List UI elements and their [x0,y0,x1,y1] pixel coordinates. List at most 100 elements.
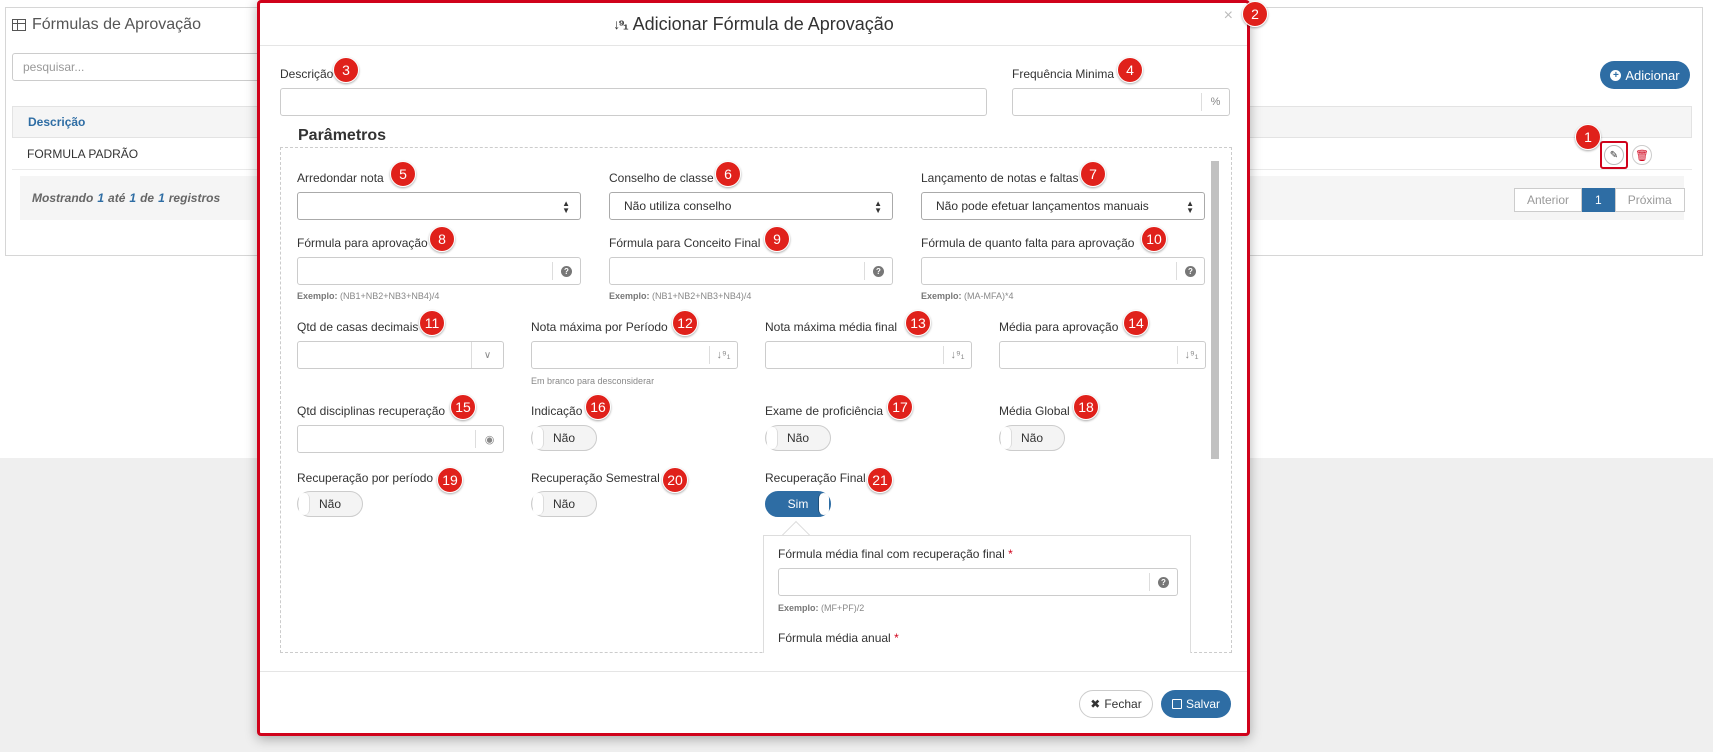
edit-icon: ✎ [1604,145,1624,165]
formula-media-final-rec-help: Exemplo: (MF+PF)/2 [778,603,865,613]
annotation-badge-5: 5 [390,161,416,187]
media-global-label: Média Global [999,404,1070,418]
cubes-icon: ◉ [475,430,503,448]
row-descricao: FORMULA PADRÃO [27,146,139,161]
sort-numeric-icon: ↓⁹₁ [943,346,971,364]
frequencia-input[interactable]: % [1012,88,1230,116]
question-circle-icon: ? [873,265,884,277]
pagination: Anterior 1 Próxima [1514,188,1685,212]
annotation-badge-16: 16 [585,394,611,420]
annotation-badge-9: 9 [764,226,790,252]
edit-button[interactable]: ✎ [1600,141,1628,169]
rec-final-subpanel: Fórmula média final com recuperação fina… [763,535,1191,653]
annotation-badge-11: 11 [419,310,445,336]
annotation-badge-7: 7 [1080,161,1106,187]
formula-media-final-rec-input[interactable]: ? [778,568,1178,596]
search-input[interactable] [12,53,272,81]
rec-final-label: Recuperação Final [765,471,866,485]
sort-numeric-icon: ↓⁹₁ [613,16,629,32]
formula-falta-help: Exemplo: (MA-MFA)*4 [921,291,1014,301]
conselho-label: Conselho de classe [609,171,714,185]
save-button[interactable]: Salvar [1161,690,1231,718]
row-actions: ✎ 🗑 [1600,141,1652,169]
pagination-next[interactable]: Próxima [1614,188,1685,212]
chevron-updown-icon: ▲ ▼ [562,199,570,215]
annotation-badge-12: 12 [672,310,698,336]
rec-final-toggle[interactable]: Sim [765,491,831,517]
formula-conceito-label: Fórmula para Conceito Final [609,236,761,250]
casas-decimais-combo[interactable]: ∨ [297,341,504,369]
rec-periodo-label: Recuperação por período [297,471,434,485]
arredondar-select[interactable]: ▲ ▼ [297,192,581,220]
sort-numeric-icon: ↓⁹₁ [1177,346,1205,364]
nota-max-periodo-help: Em branco para desconsiderar [531,376,655,386]
annotation-badge-14: 14 [1123,310,1149,336]
question-circle-icon: ? [1158,576,1169,588]
help-addon[interactable]: ? [864,262,892,280]
help-addon[interactable]: ? [1176,262,1204,280]
frequencia-label: Frequência Minima [1012,67,1115,81]
close-icon[interactable]: × [1224,7,1233,25]
help-addon[interactable]: ? [1149,573,1177,591]
nota-max-periodo-input[interactable]: ↓⁹₁ [531,341,738,369]
chevron-down-icon[interactable]: ∨ [471,342,503,368]
pagination-current[interactable]: 1 [1582,188,1615,212]
delete-button[interactable]: 🗑 [1632,145,1652,165]
nota-max-media-input[interactable]: ↓⁹₁ [765,341,972,369]
annotation-badge-2: 2 [1242,1,1268,27]
close-icon: ✖ [1090,697,1101,711]
casas-decimais-label: Qtd de casas decimais [297,320,419,334]
chevron-updown-icon: ▲ ▼ [1186,199,1194,215]
exame-label: Exame de proficiência [765,404,884,418]
plus-circle-icon: + [1610,69,1622,81]
save-icon [1171,699,1182,709]
annotation-badge-18: 18 [1073,394,1099,420]
page-title: Fórmulas de Aprovação [12,16,201,34]
annotation-badge-17: 17 [887,394,913,420]
formula-aprovacao-help: Exemplo: (NB1+NB2+NB3+NB4)/4 [297,291,440,301]
exame-toggle[interactable]: Não [765,425,831,451]
annotation-badge-10: 10 [1141,226,1167,252]
qtd-disciplinas-input[interactable]: ◉ [297,425,504,453]
table-icon [12,19,26,31]
indicacao-toggle[interactable]: Não [531,425,597,451]
media-aprovacao-label: Média para aprovação [999,320,1119,334]
chevron-updown-icon: ▲ ▼ [874,199,882,215]
rec-periodo-toggle[interactable]: Não [297,491,363,517]
formula-falta-label: Fórmula de quanto falta para aprovação [921,236,1135,250]
lancamento-value: Não pode efetuar lançamentos manuais [936,199,1149,213]
annotation-badge-6: 6 [715,161,741,187]
parametros-legend: Parâmetros [292,127,393,145]
conselho-select[interactable]: Não utiliza conselho ▲ ▼ [609,192,893,220]
formula-aprovacao-label: Fórmula para aprovação [297,236,428,250]
qtd-disciplinas-label: Qtd disciplinas recuperação [297,404,446,418]
help-addon[interactable]: ? [552,262,580,280]
add-button[interactable]: + Adicionar [1600,61,1690,89]
close-button[interactable]: ✖ Fechar [1079,690,1153,718]
lancamento-label: Lançamento de notas e faltas [921,171,1079,185]
media-global-toggle[interactable]: Não [999,425,1065,451]
formula-conceito-input[interactable]: ? [609,257,893,285]
nota-max-media-label: Nota máxima média final [765,320,898,334]
formula-aprovacao-input[interactable]: ? [297,257,581,285]
pagination-prev[interactable]: Anterior [1514,188,1583,212]
formula-falta-input[interactable]: ? [921,257,1205,285]
annotation-badge-8: 8 [429,226,455,252]
question-circle-icon: ? [1185,265,1196,277]
conselho-value: Não utiliza conselho [624,199,732,213]
annotation-badge-4: 4 [1117,57,1143,83]
annotation-badge-3: 3 [333,57,359,83]
annotation-badge-19: 19 [437,467,463,493]
trash-icon: 🗑 [1635,149,1649,162]
modal-header: ↓⁹₁ Adicionar Fórmula de Aprovação [260,3,1247,46]
annotation-badge-1: 1 [1575,124,1601,150]
annotation-badge-20: 20 [662,467,688,493]
descricao-input[interactable] [280,88,987,116]
annotation-badge-21: 21 [867,467,893,493]
rec-semestral-toggle[interactable]: Não [531,491,597,517]
add-formula-modal: ↓⁹₁ Adicionar Fórmula de Aprovação × Des… [257,0,1250,736]
descricao-label: Descrição [280,67,334,81]
media-aprovacao-input[interactable]: ↓⁹₁ [999,341,1206,369]
parametros-scrollbar[interactable] [1211,161,1219,459]
lancamento-select[interactable]: Não pode efetuar lançamentos manuais ▲ ▼ [921,192,1205,220]
